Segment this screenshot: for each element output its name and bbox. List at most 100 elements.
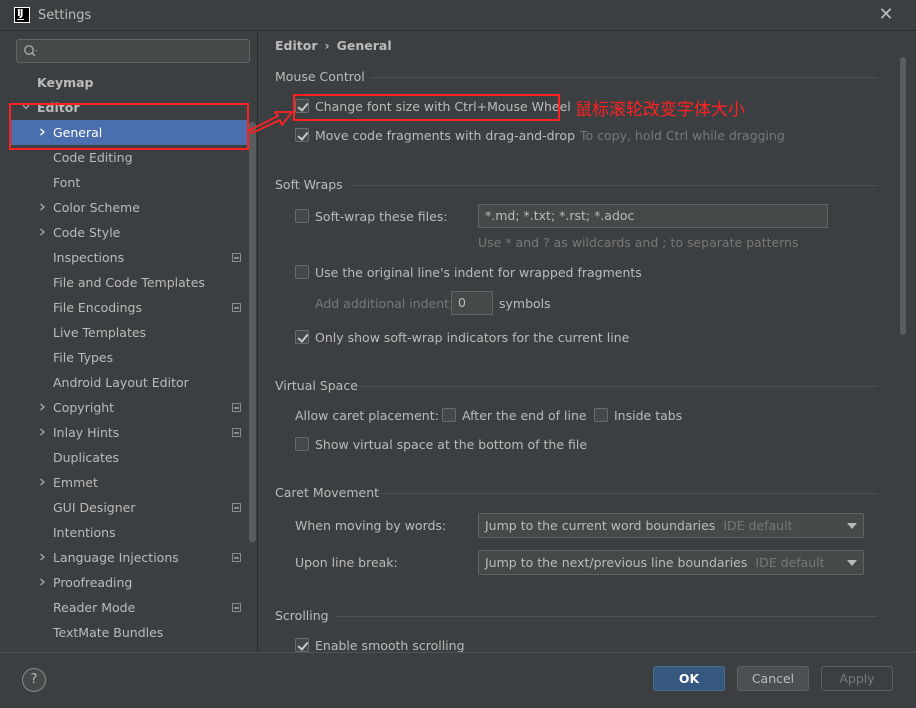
divider <box>335 616 878 617</box>
soft-wrap-hint: Use * and ? as wildcards and ; to separa… <box>478 235 799 250</box>
sidebar-item-file-and-code-templates[interactable]: File and Code Templates <box>9 270 249 295</box>
apply-button[interactable]: Apply <box>821 666 893 691</box>
soft-wrap-patterns-input[interactable]: *.md; *.txt; *.rst; *.adoc <box>478 204 828 228</box>
help-button[interactable]: ? <box>22 668 46 692</box>
close-icon[interactable]: ✕ <box>876 4 896 26</box>
project-scope-icon <box>232 428 241 437</box>
cancel-button[interactable]: Cancel <box>737 666 809 691</box>
project-scope-icon <box>232 253 241 262</box>
sidebar-item-label: Inspections <box>53 250 125 265</box>
divider <box>359 386 878 387</box>
project-scope-icon <box>232 603 241 612</box>
chevron-right-icon[interactable] <box>38 228 46 236</box>
soft-wrap-indicators-checkbox[interactable] <box>295 330 309 344</box>
sidebar-item-inlay-hints[interactable]: Inlay Hints <box>9 420 249 445</box>
sidebar-item-proofreading[interactable]: Proofreading <box>9 570 249 595</box>
inside-tabs-label[interactable]: Inside tabs <box>614 408 682 423</box>
sidebar-item-live-templates[interactable]: Live Templates <box>9 320 249 345</box>
sidebar-item-code-style[interactable]: Code Style <box>9 220 249 245</box>
sidebar-item-duplicates[interactable]: Duplicates <box>9 445 249 470</box>
sidebar-item-intentions[interactable]: Intentions <box>9 520 249 545</box>
symbols-label: symbols <box>499 296 551 311</box>
annotation-arrow-icon <box>249 111 293 134</box>
after-end-of-line-checkbox[interactable] <box>442 408 456 422</box>
move-fragments-label[interactable]: Move code fragments with drag-and-drop <box>315 128 575 143</box>
project-scope-icon <box>232 553 241 562</box>
show-virtual-space-label[interactable]: Show virtual space at the bottom of the … <box>315 437 587 452</box>
sidebar-scrollbar[interactable] <box>249 122 256 542</box>
divider <box>370 77 878 78</box>
sidebar-item-label: Color Scheme <box>53 200 140 215</box>
chevron-right-icon[interactable] <box>38 553 46 561</box>
move-fragments-hint: To copy, hold Ctrl while dragging <box>580 128 785 143</box>
section-title-mouse-control: Mouse Control <box>275 69 365 84</box>
sidebar-item-gui-designer[interactable]: GUI Designer <box>9 495 249 520</box>
smooth-scrolling-checkbox[interactable] <box>295 638 309 652</box>
sidebar-item-keymap[interactable]: Keymap <box>9 70 249 95</box>
sidebar-item-label: Reader Mode <box>53 600 136 615</box>
additional-indent-label: Add additional indent: <box>315 296 454 311</box>
show-virtual-space-checkbox[interactable] <box>295 437 309 451</box>
sidebar-item-label: File and Code Templates <box>53 275 205 290</box>
sidebar-item-label: Proofreading <box>53 575 133 590</box>
original-indent-checkbox[interactable] <box>295 265 309 279</box>
divider <box>351 185 878 186</box>
breadcrumb-parent[interactable]: Editor <box>275 38 318 53</box>
soft-wrap-indicators-label[interactable]: Only show soft-wrap indicators for the c… <box>315 330 629 345</box>
sidebar-item-textmate-bundles[interactable]: TextMate Bundles <box>9 620 249 645</box>
sidebar-item-label: Android Layout Editor <box>53 375 189 390</box>
sidebar-item-inspections[interactable]: Inspections <box>9 245 249 270</box>
sidebar-item-label: TextMate Bundles <box>53 625 164 640</box>
sidebar-item-label: Font <box>53 175 81 190</box>
sidebar-item-font[interactable]: Font <box>9 170 249 195</box>
ide-default-label: IDE default <box>755 555 825 570</box>
content-scrollbar[interactable] <box>900 57 906 335</box>
sidebar-item-label: Inlay Hints <box>53 425 120 440</box>
annotation-text: 鼠标滚轮改变字体大小 <box>575 100 745 120</box>
line-break-dropdown[interactable]: Jump to the next/previous line boundarie… <box>478 550 864 575</box>
soft-wrap-checkbox[interactable] <box>295 209 309 223</box>
sidebar-item-android-layout-editor[interactable]: Android Layout Editor <box>9 370 249 395</box>
sidebar-item-label: Code Style <box>53 225 121 240</box>
chevron-right-icon[interactable] <box>38 203 46 211</box>
sidebar-item-label: Keymap <box>37 75 94 90</box>
app-icon-text: IJ <box>17 8 24 19</box>
sidebar-item-label: File Encodings <box>53 300 143 315</box>
sidebar-item-label: Language Injections <box>53 550 179 565</box>
additional-indent-input[interactable]: 0 <box>451 291 493 315</box>
window-title: Settings <box>38 8 92 23</box>
title-bar: IJ Settings ✕ <box>0 0 916 31</box>
original-indent-label[interactable]: Use the original line's indent for wrapp… <box>315 265 642 280</box>
chevron-right-icon[interactable] <box>38 428 46 436</box>
smooth-scrolling-label[interactable]: Enable smooth scrolling <box>315 638 465 652</box>
inside-tabs-checkbox[interactable] <box>594 408 608 422</box>
chevron-right-icon[interactable] <box>38 403 46 411</box>
sidebar-item-reader-mode[interactable]: Reader Mode <box>9 595 249 620</box>
project-scope-icon <box>232 503 241 512</box>
section-title-virtual-space: Virtual Space <box>275 378 358 393</box>
breadcrumb: Editor › General <box>275 38 392 53</box>
move-fragments-checkbox[interactable] <box>295 128 309 142</box>
sidebar-item-color-scheme[interactable]: Color Scheme <box>9 195 249 220</box>
divider <box>378 493 878 494</box>
chevron-right-icon[interactable] <box>38 578 46 586</box>
breadcrumb-current: General <box>336 38 392 53</box>
sidebar-item-language-injections[interactable]: Language Injections <box>9 545 249 570</box>
ok-button[interactable]: OK <box>653 666 725 691</box>
dialog-footer: ? OK Cancel Apply <box>0 652 916 708</box>
sidebar-item-emmet[interactable]: Emmet <box>9 470 249 495</box>
sidebar-item-file-encodings[interactable]: File Encodings <box>9 295 249 320</box>
section-title-caret-movement: Caret Movement <box>275 485 380 500</box>
chevron-right-icon[interactable] <box>38 478 46 486</box>
line-break-value: Jump to the next/previous line boundarie… <box>485 555 748 570</box>
after-end-of-line-label[interactable]: After the end of line <box>462 408 587 423</box>
sidebar-item-file-types[interactable]: File Types <box>9 345 249 370</box>
soft-wrap-label[interactable]: Soft-wrap these files: <box>315 209 448 224</box>
sidebar-item-label: Duplicates <box>53 450 120 465</box>
section-title-soft-wraps: Soft Wraps <box>275 177 343 192</box>
search-input[interactable] <box>16 39 250 63</box>
intellij-app-icon: IJ <box>14 7 30 23</box>
sidebar-item-copyright[interactable]: Copyright <box>9 395 249 420</box>
moving-by-words-dropdown[interactable]: Jump to the current word boundaries IDE d… <box>478 513 864 538</box>
chevron-down-icon <box>847 560 857 566</box>
